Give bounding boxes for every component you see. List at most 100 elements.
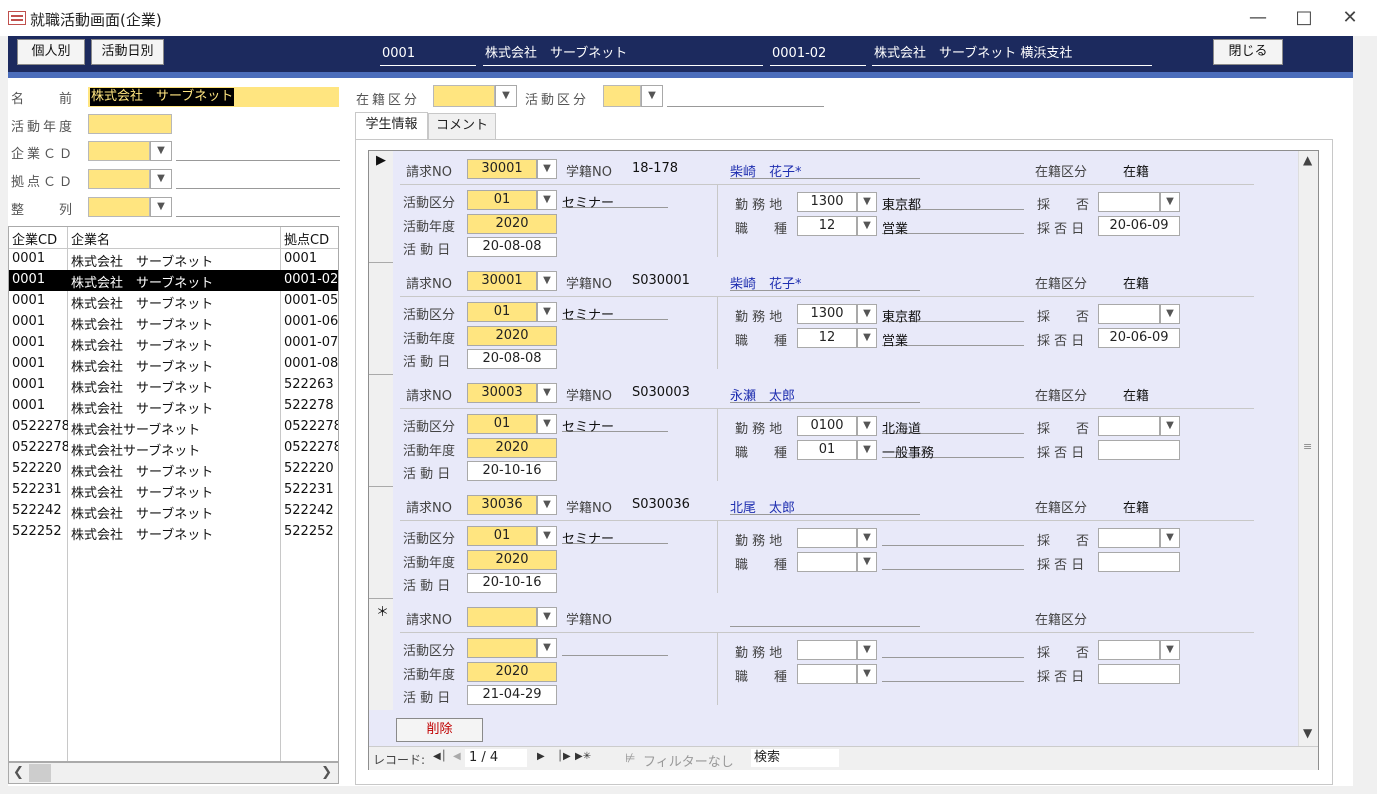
accept-combo[interactable]: [1098, 304, 1160, 324]
chevron-down-icon[interactable]: ▼: [857, 216, 877, 236]
list-item[interactable]: 0001 株式会社 サーブネット 0001-02: [9, 270, 338, 291]
accept-date-field[interactable]: 20-06-09: [1098, 328, 1180, 348]
list-item[interactable]: 522220 株式会社 サーブネット 522220: [9, 459, 338, 480]
chevron-down-icon[interactable]: ▼: [857, 192, 877, 212]
activity-year-field[interactable]: 2020: [467, 550, 557, 570]
activity-date-field[interactable]: 21-04-29: [467, 685, 557, 705]
enroll-kbn-filter-combo[interactable]: [433, 85, 495, 107]
list-item[interactable]: 0001 株式会社 サーブネット 522278: [9, 396, 338, 417]
branch-cd-combo[interactable]: [88, 169, 150, 189]
close-icon[interactable]: ✕: [1335, 6, 1365, 30]
chevron-right-icon[interactable]: ❯: [321, 765, 332, 780]
filter-status[interactable]: フィルターなし: [643, 751, 734, 770]
scroll-up-icon[interactable]: ▲: [1303, 153, 1312, 167]
activity-year-field[interactable]: 2020: [467, 662, 557, 682]
chevron-down-icon[interactable]: ▼: [537, 383, 557, 403]
accept-date-field[interactable]: [1098, 440, 1180, 460]
chevron-down-icon[interactable]: ▼: [537, 190, 557, 210]
subform-vertical-scrollbar[interactable]: ▲ ≡ ▼: [1298, 151, 1318, 746]
scroll-grip-icon[interactable]: ≡: [1303, 440, 1312, 453]
list-item[interactable]: 0001 株式会社 サーブネット 522263: [9, 375, 338, 396]
record-selector-marker[interactable]: ▶: [376, 153, 386, 168]
chevron-down-icon[interactable]: ▼: [1160, 640, 1180, 660]
work-place-combo[interactable]: 1300: [797, 304, 857, 324]
close-button[interactable]: 閉じる: [1213, 39, 1283, 65]
record-position-input[interactable]: 1 / 4: [465, 749, 527, 767]
job-type-combo[interactable]: 01: [797, 440, 857, 460]
chevron-down-icon[interactable]: ▼: [537, 638, 557, 658]
activity-kbn-combo[interactable]: 01: [467, 190, 537, 210]
accept-date-field[interactable]: [1098, 664, 1180, 684]
request-no-combo[interactable]: 30001: [467, 271, 537, 291]
chevron-down-icon[interactable]: ▼: [857, 440, 877, 460]
job-type-combo[interactable]: 12: [797, 328, 857, 348]
chevron-down-icon[interactable]: ▼: [537, 159, 557, 179]
company-list[interactable]: 企業CD 企業名 拠点CD 0001 株式会社 サーブネット 0001 0001 株式会…: [8, 226, 339, 762]
list-header-branch-cd[interactable]: 拠点CD: [284, 229, 329, 248]
activity-date-field[interactable]: 20-08-08: [467, 349, 557, 369]
activity-year-field[interactable]: 2020: [467, 326, 557, 346]
chevron-left-icon[interactable]: ❮: [13, 765, 24, 780]
accept-date-field[interactable]: 20-06-09: [1098, 216, 1180, 236]
name-field[interactable]: 株式会社 サーブネット: [88, 87, 339, 107]
individual-button[interactable]: 個人別: [17, 39, 85, 65]
request-no-combo[interactable]: [467, 607, 537, 627]
chevron-down-icon[interactable]: ▼: [1160, 304, 1180, 324]
accept-combo[interactable]: [1098, 528, 1160, 548]
chevron-down-icon[interactable]: ▼: [150, 169, 172, 189]
last-record-icon[interactable]: │▶: [557, 751, 571, 762]
chevron-down-icon[interactable]: ▼: [150, 197, 172, 217]
delete-button[interactable]: 削除: [396, 718, 483, 742]
chevron-down-icon[interactable]: ▼: [537, 271, 557, 291]
list-item[interactable]: 0001 株式会社 サーブネット 0001: [9, 249, 338, 270]
first-record-icon[interactable]: ◀│: [433, 751, 447, 762]
record-selector-marker[interactable]: ＊: [376, 601, 389, 620]
tab-student-info[interactable]: 学生情報: [355, 112, 428, 140]
scroll-down-icon[interactable]: ▼: [1303, 726, 1312, 740]
chevron-down-icon[interactable]: ▼: [537, 414, 557, 434]
company-cd-combo[interactable]: [88, 141, 150, 161]
activity-kbn-combo[interactable]: [467, 638, 537, 658]
accept-combo[interactable]: [1098, 416, 1160, 436]
activity-kbn-combo[interactable]: 01: [467, 302, 537, 322]
prev-record-icon[interactable]: ◀: [453, 751, 461, 762]
list-item[interactable]: 0522278 株式会社サーブネット 0522278: [9, 438, 338, 459]
minimize-icon[interactable]: —: [1243, 6, 1273, 30]
list-header-company-cd[interactable]: 企業CD: [12, 229, 57, 248]
activity-kbn-combo[interactable]: 01: [467, 414, 537, 434]
activity-year-field[interactable]: 2020: [467, 214, 557, 234]
activity-year-field[interactable]: [88, 114, 172, 134]
chevron-down-icon[interactable]: ▼: [857, 328, 877, 348]
list-item[interactable]: 522252 株式会社 サーブネット 522252: [9, 522, 338, 543]
list-item[interactable]: 522242 株式会社 サーブネット 522242: [9, 501, 338, 522]
list-horizontal-scrollbar[interactable]: ❮ ❯: [8, 762, 339, 784]
work-place-combo[interactable]: 1300: [797, 192, 857, 212]
maximize-icon[interactable]: □: [1289, 6, 1319, 30]
chevron-down-icon[interactable]: ▼: [537, 302, 557, 322]
chevron-down-icon[interactable]: ▼: [537, 526, 557, 546]
accept-date-field[interactable]: [1098, 552, 1180, 572]
scroll-thumb[interactable]: [29, 764, 51, 782]
activity-year-field[interactable]: 2020: [467, 438, 557, 458]
work-place-combo[interactable]: 0100: [797, 416, 857, 436]
next-record-icon[interactable]: ▶: [537, 751, 545, 762]
list-header-company-name[interactable]: 企業名: [71, 229, 110, 248]
chevron-down-icon[interactable]: ▼: [857, 304, 877, 324]
request-no-combo[interactable]: 30003: [467, 383, 537, 403]
accept-combo[interactable]: [1098, 640, 1160, 660]
list-item[interactable]: 522231 株式会社 サーブネット 522231: [9, 480, 338, 501]
chevron-down-icon[interactable]: ▼: [150, 141, 172, 161]
activity-kbn-filter-combo[interactable]: [603, 85, 641, 107]
chevron-down-icon[interactable]: ▼: [641, 85, 663, 107]
job-type-combo[interactable]: [797, 552, 857, 572]
chevron-down-icon[interactable]: ▼: [537, 495, 557, 515]
chevron-down-icon[interactable]: ▼: [857, 416, 877, 436]
chevron-down-icon[interactable]: ▼: [857, 528, 877, 548]
list-item[interactable]: 0001 株式会社 サーブネット 0001-05: [9, 291, 338, 312]
sort-combo[interactable]: [88, 197, 150, 217]
activity-date-field[interactable]: 20-08-08: [467, 237, 557, 257]
work-place-combo[interactable]: [797, 528, 857, 548]
list-item[interactable]: 0001 株式会社 サーブネット 0001-06: [9, 312, 338, 333]
list-item[interactable]: 0001 株式会社 サーブネット 0001-08: [9, 354, 338, 375]
search-input[interactable]: 検索: [751, 749, 839, 767]
